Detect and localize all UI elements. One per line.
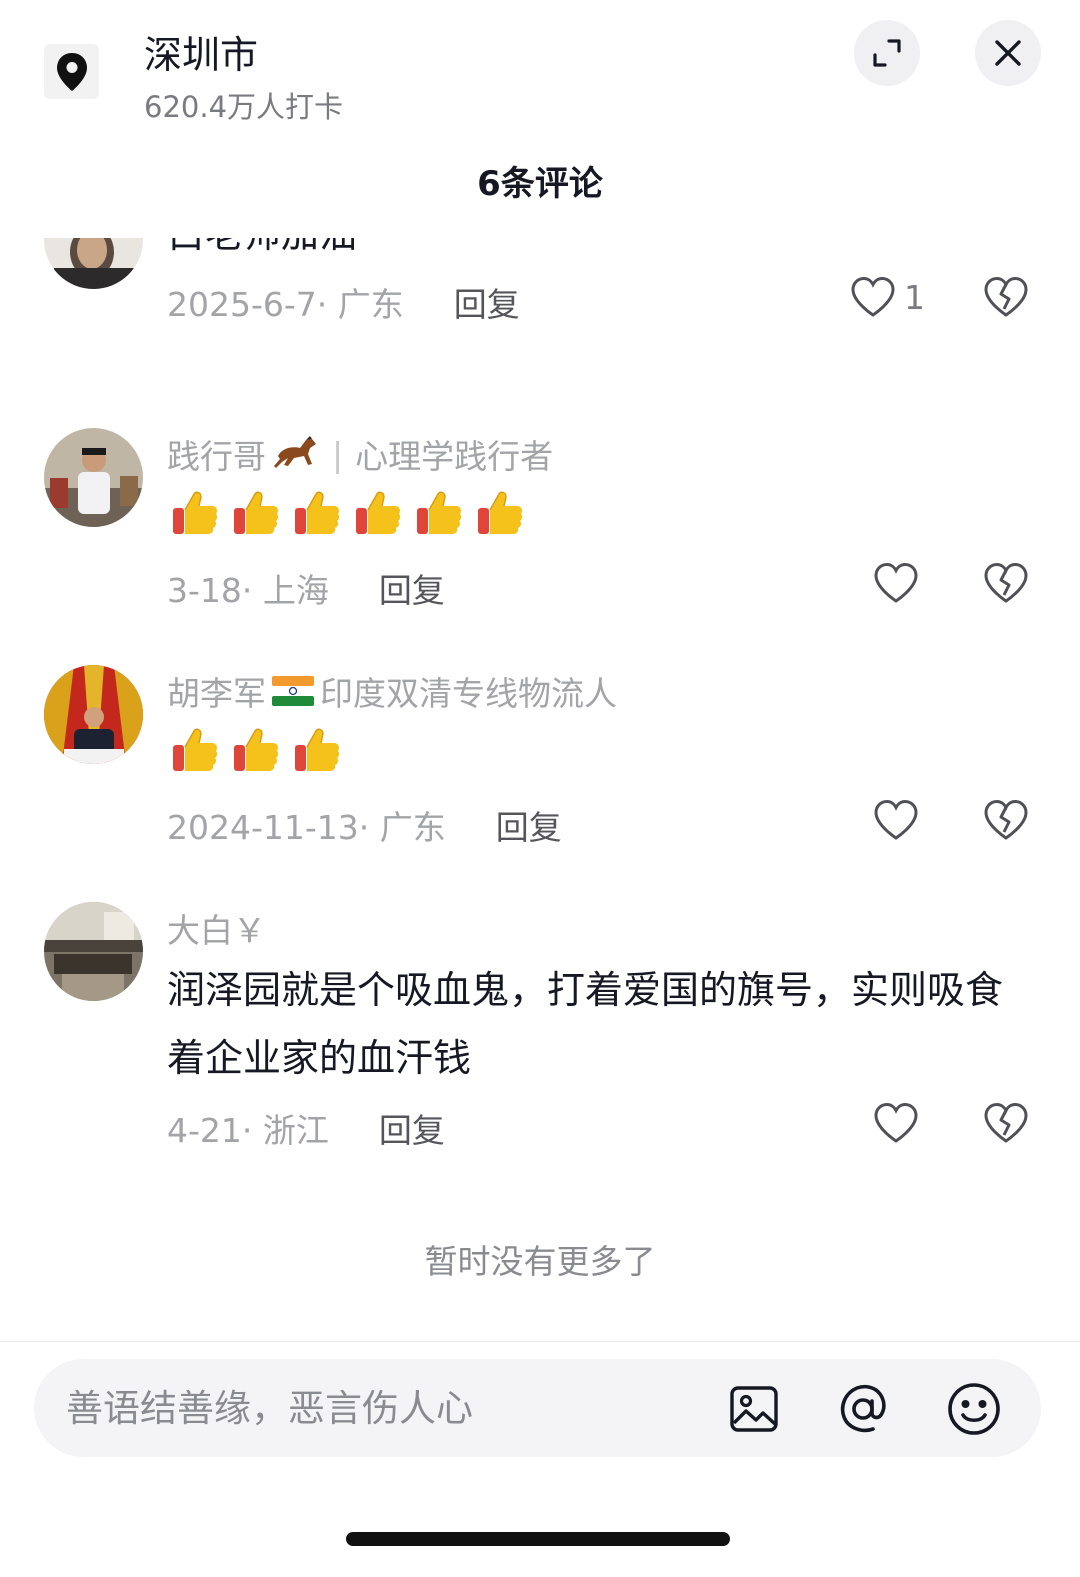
like-button[interactable] [873,562,919,604]
location-title[interactable]: 深圳市 [144,24,258,79]
avatar[interactable] [44,902,143,1001]
reply-button[interactable]: 回复 [454,278,520,326]
author-title: 心理学践行者 [355,437,554,476]
image-icon [730,1386,778,1432]
comment-author[interactable]: 践行哥 | 心理学践行者 [167,430,553,478]
emoji-row [170,488,525,542]
like-button[interactable] [873,799,919,841]
like-count: 1 [904,277,925,317]
comment-author[interactable]: 大白￥ [167,904,266,952]
comment-author[interactable]: 胡李军 印度双清专线物流人 [167,667,617,715]
dislike-button[interactable] [983,276,1029,322]
comment-date-region: 2024-11-13· 广东 [167,808,446,847]
thumbs-up-emoji [475,488,525,542]
comment-date-region: 3-18· 上海 [167,571,329,610]
comment-date-region: 2025-6-7· 广东 [167,285,404,324]
emoji-row [170,725,342,779]
thumbs-up-emoji [170,488,220,542]
mention-button[interactable] [835,1381,891,1437]
broken-heart-icon [984,562,1028,603]
like-button[interactable] [873,1102,919,1144]
divider [0,1341,1080,1342]
comment-list[interactable]: 白老师加油 2025-6-7· 广东 回复 1 [0,238,1080,1338]
comment-meta: 4-21· 浙江 回复 [167,1104,445,1152]
heart-icon [874,799,918,840]
comment-input[interactable] [66,1359,706,1457]
location-pin-icon [44,44,99,99]
author-title: 印度双清专线物流人 [320,674,617,713]
broken-heart-icon [984,799,1028,840]
dislike-button[interactable] [983,799,1029,845]
expand-icon [873,39,901,67]
india-flag-icon [272,676,314,706]
avatar[interactable] [44,428,143,527]
thumbs-up-emoji [170,725,220,779]
heart-icon [874,562,918,603]
home-indicator[interactable] [346,1532,730,1546]
author-name: 大白￥ [167,911,266,950]
comment-text: 润泽园就是个吸血鬼，打着爱国的旗号，实则吸食着企业家的血汗钱 [167,968,1004,1080]
location-header: 深圳市 620.4万人打卡 [0,0,1080,130]
comment-meta: 2024-11-13· 广东 回复 [167,801,562,849]
author-name: 践行哥 [167,437,266,476]
avatar[interactable] [44,665,143,764]
comment-count-title: 6条评论 [477,164,603,204]
broken-heart-icon [984,276,1028,317]
expand-button[interactable] [854,20,920,86]
emoji-icon [948,1383,1000,1435]
author-separator: | [332,434,344,474]
author-name: 胡李军 [167,674,266,713]
at-icon [840,1384,886,1433]
emoji-button[interactable] [946,1381,1002,1437]
thumbs-up-emoji [231,725,281,779]
close-button[interactable] [975,20,1041,86]
heart-icon [874,1102,918,1143]
thumbs-up-emoji [292,725,342,779]
like-button[interactable]: 1 [850,276,925,318]
thumbs-up-emoji [292,488,342,542]
horse-emoji-icon [274,436,316,468]
reply-button[interactable]: 回复 [496,801,562,849]
comment-meta: 2025-6-7· 广东 回复 [167,278,520,326]
reply-button[interactable]: 回复 [379,1104,445,1152]
checkin-count: 620.4万人打卡 [144,90,344,124]
reply-button[interactable]: 回复 [379,564,445,612]
dislike-button[interactable] [983,562,1029,608]
comment-text: 白老师加油 [167,238,1007,268]
thumbs-up-emoji [231,488,281,542]
thumbs-up-emoji [414,488,464,542]
comment-meta: 3-18· 上海 回复 [167,564,445,612]
no-more-label: 暂时没有更多了 [424,1242,656,1281]
thumbs-up-emoji [353,488,403,542]
comment-date-region: 4-21· 浙江 [167,1111,329,1150]
broken-heart-icon [984,1102,1028,1143]
close-icon [995,40,1021,66]
comment-input-bar [34,1359,1041,1457]
dislike-button[interactable] [983,1102,1029,1148]
avatar[interactable] [44,238,143,289]
heart-icon [851,276,895,317]
image-button[interactable] [726,1381,782,1437]
